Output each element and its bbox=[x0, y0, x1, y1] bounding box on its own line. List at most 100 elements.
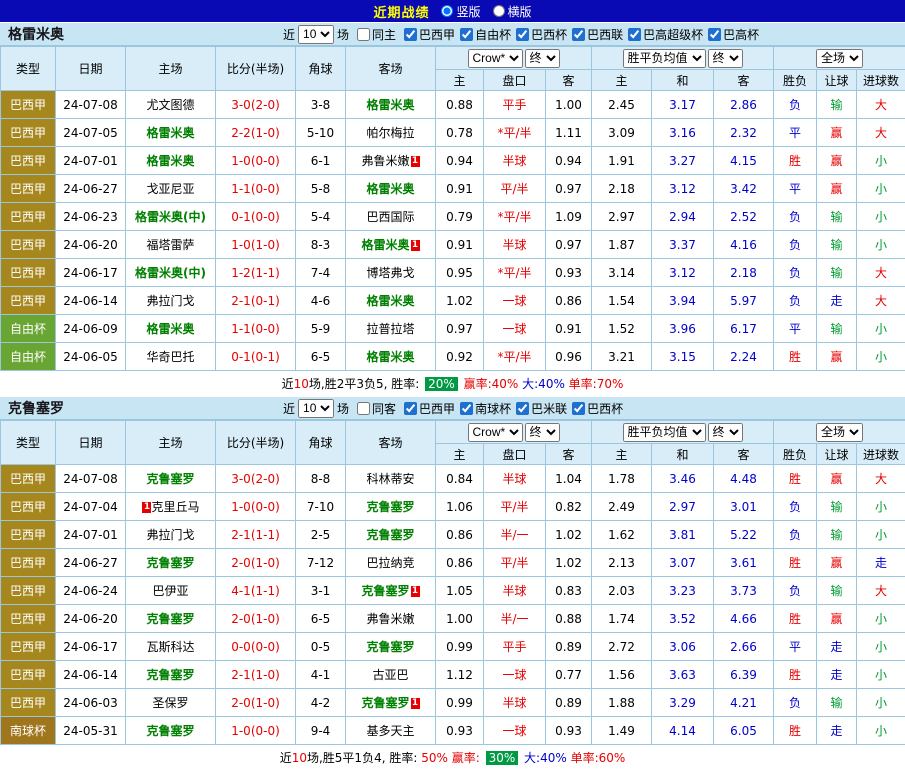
recent-count-select[interactable]: 10 bbox=[298, 25, 334, 44]
bookmaker-select[interactable]: Crow* bbox=[468, 49, 523, 68]
vertical-radio[interactable] bbox=[441, 5, 453, 17]
layout-horizontal-option[interactable]: 横版 bbox=[493, 3, 532, 20]
home-team-cell: 格雷米奥 bbox=[126, 119, 216, 147]
league-checkbox[interactable] bbox=[404, 28, 417, 41]
team-link: 克鲁塞罗 bbox=[366, 640, 414, 654]
league-type-cell: 巴西甲 bbox=[1, 521, 56, 549]
league-filter[interactable]: 巴西联 bbox=[567, 26, 623, 43]
europe-final-select[interactable]: 终 bbox=[708, 49, 743, 68]
summary-segment: 大:40% bbox=[520, 749, 570, 766]
league-checkbox[interactable] bbox=[572, 28, 585, 41]
league-filter[interactable]: 巴西杯 bbox=[567, 400, 623, 417]
same-venue-checkbox[interactable] bbox=[357, 28, 370, 41]
asian-away-odds: 1.04 bbox=[546, 465, 592, 493]
asian-final-select[interactable]: 终 bbox=[525, 423, 560, 442]
league-checkbox[interactable] bbox=[708, 28, 721, 41]
horizontal-radio[interactable] bbox=[493, 5, 505, 17]
league-filter[interactable]: 自由杯 bbox=[455, 26, 511, 43]
league-type-cell: 巴西甲 bbox=[1, 175, 56, 203]
league-checkbox[interactable] bbox=[404, 402, 417, 415]
score-cell: 1-0(0-0) bbox=[216, 147, 296, 175]
bookmaker-select[interactable]: Crow* bbox=[468, 423, 523, 442]
team-link: 拉普拉塔 bbox=[366, 322, 414, 336]
league-checkbox[interactable] bbox=[572, 402, 585, 415]
league-type-cell: 巴西甲 bbox=[1, 231, 56, 259]
goals-result-cell: 小 bbox=[857, 661, 905, 689]
league-filter[interactable]: 巴米联 bbox=[511, 400, 567, 417]
europe-draw-odds: 3.12 bbox=[652, 175, 714, 203]
home-team-cell: 巴伊亚 bbox=[126, 577, 216, 605]
league-filter[interactable]: 巴西杯 bbox=[511, 26, 567, 43]
summary-line: 近10场,胜5平1负4, 胜率: 50% 赢率: 30% 大:40% 单率:60… bbox=[0, 745, 905, 770]
date-cell: 24-06-17 bbox=[56, 633, 126, 661]
period-header: 全场 bbox=[774, 421, 905, 444]
team-section: 克鲁塞罗 近 10 场 同客 巴西甲南球杯巴米联巴西杯 类 bbox=[0, 396, 905, 770]
league-checkbox[interactable] bbox=[460, 402, 473, 415]
match-row: 巴西甲24-06-03圣保罗2-0(1-0)4-2克鲁塞罗10.99半球0.89… bbox=[1, 689, 905, 717]
team-link: 科林蒂安 bbox=[366, 472, 414, 486]
home-team-cell: 克鲁塞罗 bbox=[126, 549, 216, 577]
subheader-cell: 和 bbox=[652, 444, 714, 465]
europe-final-select[interactable]: 终 bbox=[708, 423, 743, 442]
period-select[interactable]: 全场 bbox=[816, 423, 863, 442]
away-team-cell: 克鲁塞罗1 bbox=[346, 689, 436, 717]
league-label: 巴西联 bbox=[587, 26, 623, 43]
league-label: 巴西杯 bbox=[587, 400, 623, 417]
europe-select[interactable]: 胜平负均值 bbox=[623, 49, 706, 68]
same-venue-filter[interactable]: 同客 bbox=[352, 400, 396, 417]
period-select[interactable]: 全场 bbox=[816, 49, 863, 68]
away-team-cell: 帕尔梅拉 bbox=[346, 119, 436, 147]
col-home: 主场 bbox=[126, 421, 216, 465]
score-cell: 3-0(2-0) bbox=[216, 91, 296, 119]
team-link: 瓦斯科达 bbox=[146, 640, 194, 654]
europe-draw-odds: 3.15 bbox=[652, 343, 714, 371]
home-team-cell: 格雷米奥 bbox=[126, 315, 216, 343]
score-cell: 2-1(1-1) bbox=[216, 521, 296, 549]
league-filter[interactable]: 巴西甲 bbox=[399, 26, 455, 43]
asian-home-odds: 1.02 bbox=[436, 287, 484, 315]
europe-select[interactable]: 胜平负均值 bbox=[623, 423, 706, 442]
team-link: 克鲁塞罗 bbox=[146, 724, 194, 738]
europe-draw-odds: 3.23 bbox=[652, 577, 714, 605]
same-venue-filter[interactable]: 同主 bbox=[352, 26, 396, 43]
league-checkbox[interactable] bbox=[628, 28, 641, 41]
goals-result-cell: 小 bbox=[857, 175, 905, 203]
league-filter[interactable]: 巴高超级杯 bbox=[623, 26, 703, 43]
corner-cell: 8-3 bbox=[296, 231, 346, 259]
europe-home-odds: 2.13 bbox=[592, 549, 652, 577]
europe-away-odds: 3.61 bbox=[714, 549, 774, 577]
date-cell: 24-07-01 bbox=[56, 147, 126, 175]
league-filter[interactable]: 巴西甲 bbox=[399, 400, 455, 417]
league-checkbox[interactable] bbox=[516, 402, 529, 415]
match-row: 巴西甲24-06-27克鲁塞罗2-0(1-0)7-12巴拉纳竞0.86平/半1.… bbox=[1, 549, 905, 577]
league-checkbox[interactable] bbox=[460, 28, 473, 41]
result-cell: 负 bbox=[774, 203, 817, 231]
rows: 巴西甲24-07-08尤文图德3-0(2-0)3-8格雷米奥0.88平手1.00… bbox=[1, 91, 905, 371]
summary-segment: 10 bbox=[292, 751, 307, 765]
recent-count-select[interactable]: 10 bbox=[298, 399, 334, 418]
summary-segment: 场,胜5平1负4, 胜率: bbox=[307, 749, 421, 766]
away-team-cell: 格雷米奥 bbox=[346, 343, 436, 371]
team-link: 基多天主 bbox=[366, 724, 414, 738]
col-type: 类型 bbox=[1, 47, 56, 91]
league-checkbox[interactable] bbox=[516, 28, 529, 41]
asian-home-odds: 0.86 bbox=[436, 521, 484, 549]
games-label: 场 bbox=[337, 400, 349, 417]
league-type-cell: 自由杯 bbox=[1, 343, 56, 371]
league-label: 巴西杯 bbox=[531, 26, 567, 43]
score-cell: 2-0(1-0) bbox=[216, 605, 296, 633]
topbar: 近期战绩 竖版 横版 bbox=[0, 0, 905, 22]
handicap-cell: *平/半 bbox=[484, 259, 546, 287]
games-label: 场 bbox=[337, 26, 349, 43]
europe-draw-odds: 4.14 bbox=[652, 717, 714, 745]
away-team-cell: 巴拉纳竞 bbox=[346, 549, 436, 577]
layout-vertical-option[interactable]: 竖版 bbox=[441, 3, 480, 20]
rows: 巴西甲24-07-08克鲁塞罗3-0(2-0)8-8科林蒂安0.84半球1.04… bbox=[1, 465, 905, 745]
league-filter[interactable]: 南球杯 bbox=[455, 400, 511, 417]
europe-away-odds: 3.01 bbox=[714, 493, 774, 521]
match-row: 巴西甲24-07-08尤文图德3-0(2-0)3-8格雷米奥0.88平手1.00… bbox=[1, 91, 905, 119]
league-filter[interactable]: 巴高杯 bbox=[703, 26, 759, 43]
same-venue-checkbox[interactable] bbox=[357, 402, 370, 415]
summary-segment: 10 bbox=[294, 377, 309, 391]
asian-final-select[interactable]: 终 bbox=[525, 49, 560, 68]
